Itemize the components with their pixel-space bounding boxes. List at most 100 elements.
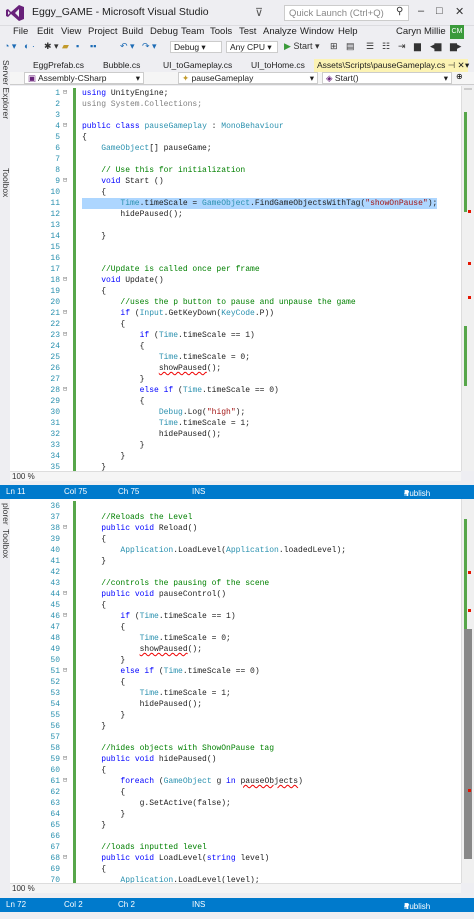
zoom-level[interactable]: 100 % (12, 472, 35, 481)
code-line[interactable]: 69 { (10, 864, 461, 875)
code-text[interactable]: Time.timeScale = 0; (82, 633, 231, 644)
code-line[interactable]: 49 showPaused(); (10, 644, 461, 655)
code-line[interactable]: 45 { (10, 600, 461, 611)
code-line[interactable]: 25 Time.timeScale = 0; (10, 352, 461, 363)
code-line[interactable]: 63 g.SetActive(false); (10, 798, 461, 809)
code-editor-top[interactable]: 1 ⊟ using UnityEngine; 2 using System.Collec… (10, 86, 461, 471)
menu-file[interactable]: File (13, 26, 28, 37)
code-text[interactable]: if (Input.GetKeyDown(KeyCode.P)) (82, 308, 274, 319)
code-line[interactable]: 29 { (10, 396, 461, 407)
fold-toggle-icon[interactable]: ⊟ (60, 589, 70, 600)
code-text[interactable]: g.SetActive(false); (82, 798, 231, 809)
fold-toggle-icon[interactable]: ⊟ (60, 330, 70, 341)
next-bookmark-icon[interactable]: ▆▸ (450, 41, 461, 52)
code-text[interactable]: { (82, 600, 106, 611)
start-button[interactable]: ▶ Start ▾ (284, 41, 319, 52)
code-text[interactable]: } (82, 820, 106, 831)
code-text[interactable]: } (82, 721, 106, 732)
code-editor-bottom[interactable]: 36 37 //Reloads the Level 38 ⊟ public void … (10, 499, 461, 883)
scrollbar-top[interactable] (461, 86, 474, 471)
code-text[interactable]: Debug.Log("high"); (82, 407, 245, 418)
menu-tools[interactable]: Tools (210, 26, 232, 37)
code-text[interactable]: else if (Time.timeScale == 0) (82, 385, 279, 396)
code-text[interactable]: public void Reload() (82, 523, 197, 534)
code-line[interactable]: 62 { (10, 787, 461, 798)
code-text[interactable]: using System.Collections; (82, 99, 202, 110)
code-text[interactable]: public void LoadLevel(string level) (82, 853, 269, 864)
code-line[interactable]: 27 } (10, 374, 461, 385)
close-icon[interactable]: ✕ (455, 5, 464, 18)
code-line[interactable]: 23 ⊟ if (Time.timeScale == 1) (10, 330, 461, 341)
code-line[interactable]: 59 ⊟ public void hidePaused() (10, 754, 461, 765)
menu-test[interactable]: Test (239, 26, 256, 37)
user-name[interactable]: Caryn Millie (396, 26, 446, 37)
fold-toggle-icon[interactable]: ⊟ (60, 275, 70, 286)
code-line[interactable]: 65 } (10, 820, 461, 831)
code-line[interactable]: 21 ⊟ if (Input.GetKeyDown(KeyCode.P)) (10, 308, 461, 319)
scroll-thumb[interactable] (464, 629, 472, 859)
code-line[interactable]: 5{ (10, 132, 461, 143)
save-icon[interactable]: ▪ (76, 41, 79, 51)
code-text[interactable]: hidePaused(); (82, 209, 182, 220)
code-line[interactable]: 26 showPaused(); (10, 363, 461, 374)
maximize-icon[interactable]: □ (436, 5, 443, 17)
tab-pausegameplay[interactable]: Assets\Scripts\pauseGameplay.cs ⊣ ✕ (314, 59, 468, 72)
fold-toggle-icon[interactable]: ⊟ (60, 88, 70, 99)
code-text[interactable]: if (Time.timeScale == 1) (82, 611, 235, 622)
code-line[interactable]: 33 } (10, 440, 461, 451)
code-line[interactable]: 3 (10, 110, 461, 121)
code-text[interactable]: } (82, 231, 106, 242)
code-line[interactable]: 16 (10, 253, 461, 264)
code-line[interactable]: 31 Time.timeScale = 1; (10, 418, 461, 429)
code-text[interactable]: Time.timeScale = 1; (82, 418, 250, 429)
code-line[interactable]: 68 ⊟ public void LoadLevel(string level) (10, 853, 461, 864)
tab-ui-tohome[interactable]: UI_toHome.cs (248, 59, 308, 72)
code-text[interactable]: } (82, 809, 125, 820)
code-line[interactable]: 17 //Update is called once per frame (10, 264, 461, 275)
code-line[interactable]: 39 { (10, 534, 461, 545)
menu-build[interactable]: Build (122, 26, 143, 37)
code-text[interactable]: public class pauseGameplay : MonoBehavio… (82, 121, 284, 132)
code-text[interactable]: { (82, 864, 106, 875)
code-text[interactable]: { (82, 765, 106, 776)
prev-bookmark-icon[interactable]: ◂▆ (430, 41, 441, 52)
code-text[interactable]: { (82, 132, 87, 143)
comment-icon[interactable]: ☰ (366, 41, 374, 52)
code-line[interactable]: 38 ⊟ public void Reload() (10, 523, 461, 534)
bookmark-icon[interactable]: ▆ (414, 41, 421, 52)
scrollbar-bottom[interactable] (461, 499, 474, 883)
code-line[interactable]: 13 (10, 220, 461, 231)
code-text[interactable]: Time.timeScale = 1; (82, 688, 231, 699)
save-all-icon[interactable]: ▪▪ (90, 41, 96, 51)
code-text[interactable]: if (Time.timeScale == 1) (82, 330, 255, 341)
code-line[interactable]: 67 //loads inputted level (10, 842, 461, 853)
code-line[interactable]: 7 (10, 154, 461, 165)
code-line[interactable]: 4 ⊟ public class pauseGameplay : MonoBehav… (10, 121, 461, 132)
code-line[interactable]: 56 } (10, 721, 461, 732)
code-line[interactable]: 47 { (10, 622, 461, 633)
code-line[interactable]: 10 { (10, 187, 461, 198)
menu-help[interactable]: Help (338, 26, 358, 37)
code-text[interactable]: } (82, 451, 125, 462)
code-line[interactable]: 43 //controls the pausing of the scene (10, 578, 461, 589)
code-line[interactable]: 9 ⊟ void Start () (10, 176, 461, 187)
code-text[interactable]: hidePaused(); (82, 699, 202, 710)
code-line[interactable]: 36 (10, 501, 461, 512)
code-text[interactable]: showPaused(); (82, 363, 221, 374)
code-line[interactable]: 8 // Use this for initialization (10, 165, 461, 176)
code-text[interactable]: } (82, 655, 125, 666)
fold-toggle-icon[interactable]: ⊟ (60, 523, 70, 534)
tab-pin-icon[interactable]: ⊣ (448, 60, 455, 70)
code-line[interactable]: 41 } (10, 556, 461, 567)
code-line[interactable]: 19 { (10, 286, 461, 297)
code-text[interactable]: void Start () (82, 176, 163, 187)
notification-filter-icon[interactable]: ⊽ (255, 6, 263, 19)
code-line[interactable]: 58 //hides objects with ShowOnPause tag (10, 743, 461, 754)
menu-debug[interactable]: Debug (150, 26, 178, 37)
split-icon[interactable]: ⊕ (456, 72, 463, 81)
code-line[interactable]: 55 } (10, 710, 461, 721)
menu-edit[interactable]: Edit (37, 26, 53, 37)
code-line[interactable]: 60 { (10, 765, 461, 776)
tab-overflow-icon[interactable]: ▾ (462, 59, 472, 72)
code-text[interactable]: { (82, 787, 125, 798)
